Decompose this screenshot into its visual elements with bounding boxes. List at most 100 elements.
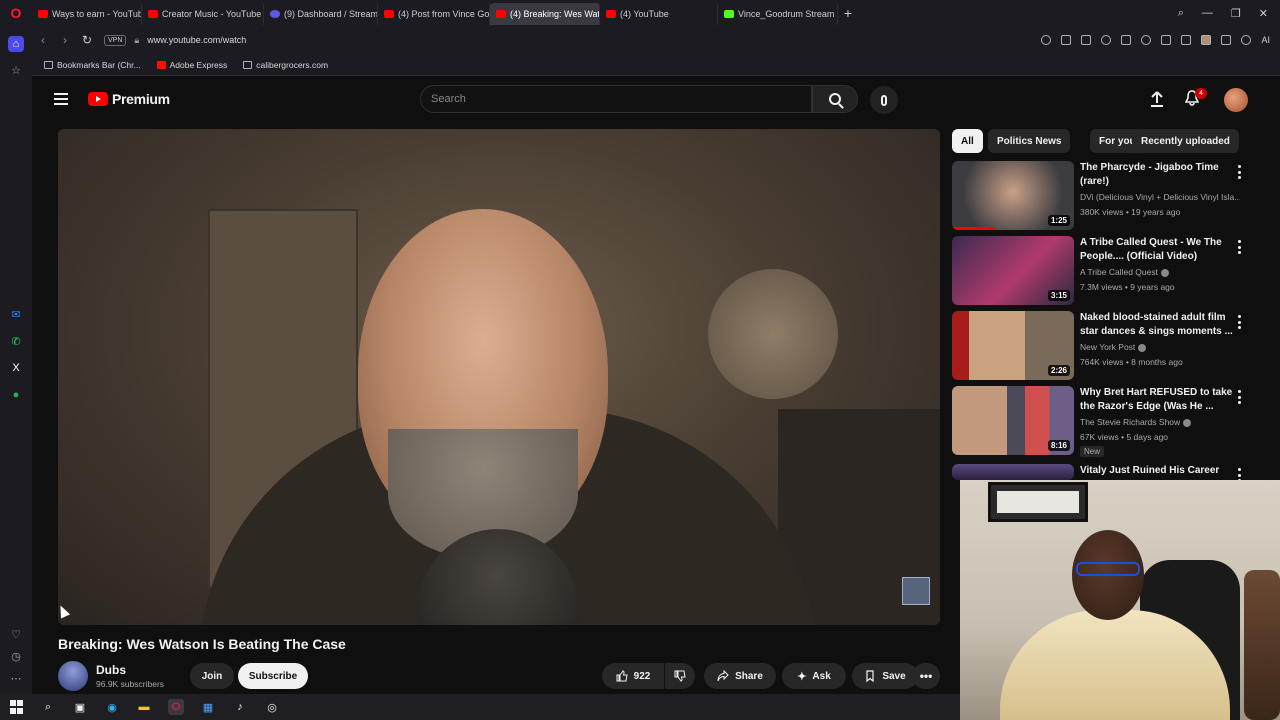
pinboards-icon[interactable]: ☆ (8, 62, 24, 78)
history-icon[interactable]: ◷ (8, 648, 24, 664)
like-button[interactable]: 922 (602, 663, 664, 689)
video-player[interactable] (58, 129, 940, 625)
related-video-item[interactable]: 2:26 Naked blood-stained adult film star… (952, 311, 1272, 381)
aria-ai-button[interactable]: AI (1261, 35, 1270, 45)
tab-creator-music[interactable]: Creator Music - YouTube S (142, 3, 264, 25)
search-icon[interactable]: ⌕ (40, 699, 56, 715)
tab-youtube[interactable]: (4) YouTube (600, 3, 718, 25)
edge-browser-icon[interactable]: ◉ (104, 699, 120, 715)
channel-watermark[interactable] (902, 577, 930, 605)
related-video-channel[interactable]: DVi (Delicious Vinyl + Delicious Vinyl I… (1080, 192, 1240, 202)
tab-vince-goodrum-stream[interactable]: Vince_Goodrum Stream - (718, 3, 838, 25)
voice-search-button[interactable] (870, 86, 898, 114)
more-vertical-icon[interactable] (1238, 315, 1242, 329)
tiktok-icon[interactable]: ♪ (232, 699, 248, 715)
minimize-icon[interactable]: — (1202, 7, 1213, 20)
video-thumbnail[interactable]: 8:16 (952, 386, 1074, 455)
settings-icon[interactable] (1241, 35, 1252, 45)
vpn-badge[interactable]: VPN (104, 34, 127, 46)
spotify-icon[interactable]: ● (8, 387, 24, 403)
related-video-channel[interactable]: A Tribe Called Quest (1080, 267, 1240, 277)
url-field[interactable]: www.youtube.com/watch (147, 35, 246, 45)
back-icon[interactable]: ‹ (32, 33, 54, 47)
related-video-title[interactable]: Vitaly Just Ruined His Career (1080, 464, 1240, 478)
related-video-channel[interactable]: The Stevie Richards Show (1080, 417, 1240, 427)
channel-avatar[interactable] (58, 661, 88, 691)
reload-icon[interactable]: ↻ (76, 33, 98, 47)
opera-logo-icon[interactable]: O (0, 0, 32, 26)
video-duration: 1:25 (1047, 215, 1070, 226)
screen: O Ways to earn - YouTube St Creator Musi… (0, 0, 1280, 720)
file-explorer-icon[interactable]: ▬ (136, 699, 152, 715)
upload-icon[interactable] (1150, 91, 1164, 107)
more-vertical-icon[interactable] (1238, 240, 1242, 254)
download-icon[interactable] (1161, 35, 1172, 45)
ask-button[interactable]: ✦ Ask (782, 663, 846, 689)
whatsapp-icon[interactable]: ✆ (8, 333, 24, 349)
share-button[interactable]: Share (704, 663, 776, 689)
chip-politics-news[interactable]: Politics News (988, 129, 1071, 153)
messenger-icon[interactable]: ✉ (8, 306, 24, 322)
camera-icon[interactable] (1081, 35, 1092, 45)
bookmark-item[interactable]: Adobe Express (156, 60, 227, 70)
menu-icon[interactable] (1181, 35, 1192, 45)
channel-name[interactable]: Dubs (96, 663, 126, 677)
microsoft-store-icon[interactable]: ▦ (200, 699, 216, 715)
video-thumbnail[interactable] (952, 464, 1074, 480)
edit-icon[interactable] (1061, 35, 1072, 45)
chip-all[interactable]: All (952, 129, 983, 153)
tab-breaking-wes-watson[interactable]: (4) Breaking: Wes Wat (490, 3, 600, 25)
save-button[interactable]: Save (852, 663, 918, 689)
related-video-item[interactable]: 3:15 A Tribe Called Quest - We The Peopl… (952, 236, 1272, 306)
shield-icon[interactable] (1101, 35, 1112, 45)
restore-icon[interactable]: ❐ (1231, 7, 1241, 20)
windows-start-icon[interactable] (8, 699, 24, 715)
x-twitter-icon[interactable]: X (8, 360, 24, 376)
bookmark-item[interactable]: calibergrocers.com (243, 60, 328, 70)
video-duration: 3:15 (1047, 290, 1070, 301)
more-actions-button[interactable]: ••• (912, 663, 940, 689)
video-thumbnail[interactable]: 3:15 (952, 236, 1074, 305)
search-button[interactable] (812, 85, 858, 113)
new-tab-button[interactable]: + (838, 5, 858, 21)
more-icon[interactable]: ⋯ (8, 670, 24, 686)
guide-menu-icon[interactable] (54, 93, 68, 105)
tab-post-from-vince[interactable]: (4) Post from Vince Good (378, 3, 490, 25)
related-video-title[interactable]: Why Bret Hart REFUSED to take the Razor'… (1080, 386, 1240, 414)
related-video-item[interactable]: 1:25 The Pharcyde - Jigaboo Time (rare!)… (952, 161, 1272, 231)
chip-recently-uploaded[interactable]: Recently uploaded (1132, 129, 1239, 153)
obs-icon[interactable]: ◎ (264, 699, 280, 715)
tab-ways-to-earn[interactable]: Ways to earn - YouTube St (32, 3, 142, 25)
video-thumbnail[interactable]: 1:25 (952, 161, 1074, 230)
tab-streamlabs-dashboard[interactable]: (9) Dashboard / Streamlab (264, 3, 378, 25)
extensions-icon[interactable] (1221, 35, 1232, 45)
heart-icon[interactable] (1141, 35, 1152, 45)
more-vertical-icon[interactable] (1238, 165, 1242, 179)
related-video-title[interactable]: Naked blood-stained adult film star danc… (1080, 311, 1240, 339)
search-icon[interactable] (1041, 35, 1052, 45)
close-icon[interactable]: ✕ (1259, 7, 1268, 20)
heart-icon[interactable]: ♡ (8, 626, 24, 642)
forward-icon[interactable]: › (54, 33, 76, 47)
related-video-title[interactable]: The Pharcyde - Jigaboo Time (rare!) (1080, 161, 1240, 189)
lock-icon[interactable]: 🔒︎ (134, 35, 139, 46)
youtube-icon (38, 10, 48, 18)
opera-browser-icon[interactable]: O (168, 699, 184, 715)
bookmark-item[interactable]: Bookmarks Bar (Chr... (44, 60, 141, 70)
dislike-button[interactable] (665, 663, 695, 689)
join-button[interactable]: Join (190, 663, 234, 689)
video-thumbnail[interactable]: 2:26 (952, 311, 1074, 380)
subscribe-button[interactable]: Subscribe (238, 663, 308, 689)
youtube-logo[interactable]: Premium (88, 91, 170, 107)
more-vertical-icon[interactable] (1238, 390, 1242, 404)
search-input[interactable]: Search (420, 85, 812, 113)
home-icon[interactable]: ⌂ (8, 36, 24, 52)
task-view-icon[interactable]: ▣ (72, 699, 88, 715)
play-icon[interactable] (1121, 35, 1132, 45)
related-video-item[interactable]: 8:16 Why Bret Hart REFUSED to take the R… (952, 386, 1272, 457)
profile-icon[interactable] (1201, 35, 1212, 45)
search-tabs-icon[interactable]: ⌕ (1178, 7, 1184, 20)
account-avatar[interactable] (1224, 88, 1248, 112)
related-video-title[interactable]: A Tribe Called Quest - We The People....… (1080, 236, 1240, 264)
related-video-channel[interactable]: New York Post (1080, 342, 1240, 352)
